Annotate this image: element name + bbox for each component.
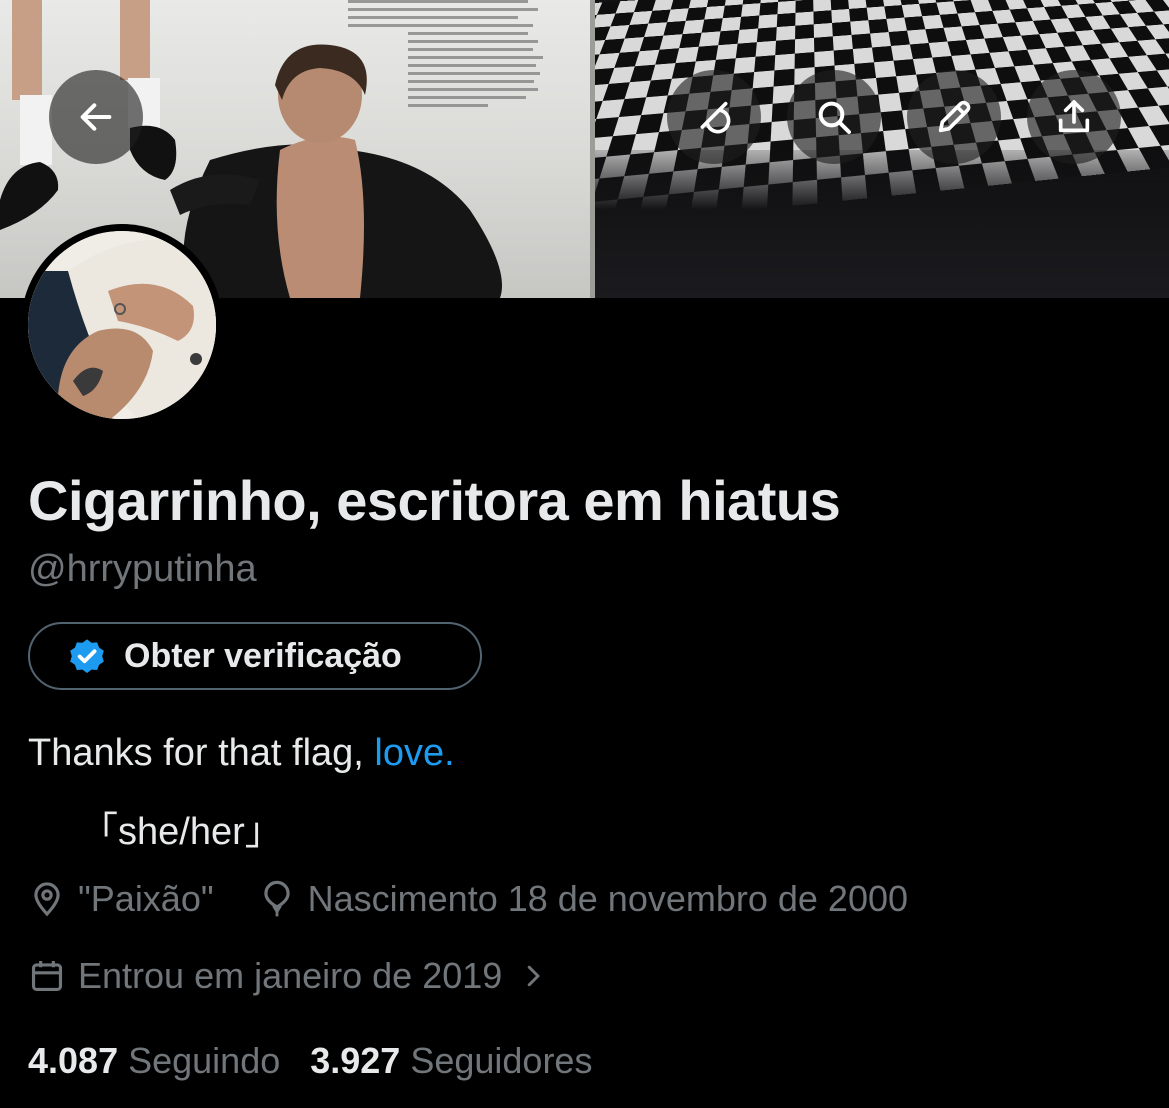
profile-handle: @hrryputinha <box>28 548 257 591</box>
joined-item[interactable]: Entrou em janeiro de 2019 <box>28 955 548 997</box>
pencil-icon <box>934 97 974 137</box>
birthday-item: Nascimento 18 de novembro de 2000 <box>258 878 908 920</box>
profile-display-name: Cigarrinho, escritora em hiatus <box>28 468 840 533</box>
following-label: Seguindo <box>128 1040 280 1081</box>
back-button[interactable] <box>49 70 143 164</box>
search-icon <box>814 97 854 137</box>
bio-pronouns: 「she/her」 <box>80 800 283 855</box>
grok-icon <box>694 97 734 137</box>
share-button[interactable] <box>1027 70 1121 164</box>
bio-link[interactable]: love. <box>374 732 454 774</box>
balloon-icon <box>258 880 296 918</box>
profile-avatar[interactable] <box>21 224 223 426</box>
profile-stats: 4.087 Seguindo 3.927 Seguidores <box>28 1040 592 1082</box>
chevron-right-icon <box>518 961 548 991</box>
followers-link[interactable]: 3.927 Seguidores <box>310 1040 592 1082</box>
location-item: "Paixão" <box>28 878 214 920</box>
following-count: 4.087 <box>28 1040 118 1081</box>
followers-count: 3.927 <box>310 1040 400 1081</box>
search-button[interactable] <box>787 70 881 164</box>
following-link[interactable]: 4.087 Seguindo <box>28 1040 280 1082</box>
grok-button[interactable] <box>667 70 761 164</box>
get-verified-label: Obter verificação <box>124 637 402 676</box>
profile-meta-row-2[interactable]: Entrou em janeiro de 2019 <box>28 955 548 997</box>
location-text: "Paixão" <box>78 878 214 920</box>
share-icon <box>1054 97 1094 137</box>
arrow-left-icon <box>76 97 116 137</box>
avatar-photo-art <box>28 231 216 419</box>
avatar-photo <box>28 231 216 419</box>
profile-bio: Thanks for that flag, love. <box>28 732 455 775</box>
banner-dark-floor <box>595 150 1169 298</box>
followers-label: Seguidores <box>410 1040 592 1081</box>
calendar-icon <box>28 957 66 995</box>
get-verified-button[interactable]: Obter verificação <box>28 622 482 690</box>
bio-text: Thanks for that flag, <box>28 732 374 774</box>
birthday-text: Nascimento 18 de novembro de 2000 <box>308 878 908 920</box>
joined-text: Entrou em janeiro de 2019 <box>78 955 502 997</box>
verified-badge-icon <box>66 635 108 677</box>
location-pin-icon <box>28 880 66 918</box>
edit-profile-button[interactable] <box>907 70 1001 164</box>
banner-person-figure <box>170 40 590 298</box>
profile-meta-row-1: "Paixão" Nascimento 18 de novembro de 20… <box>28 878 908 920</box>
